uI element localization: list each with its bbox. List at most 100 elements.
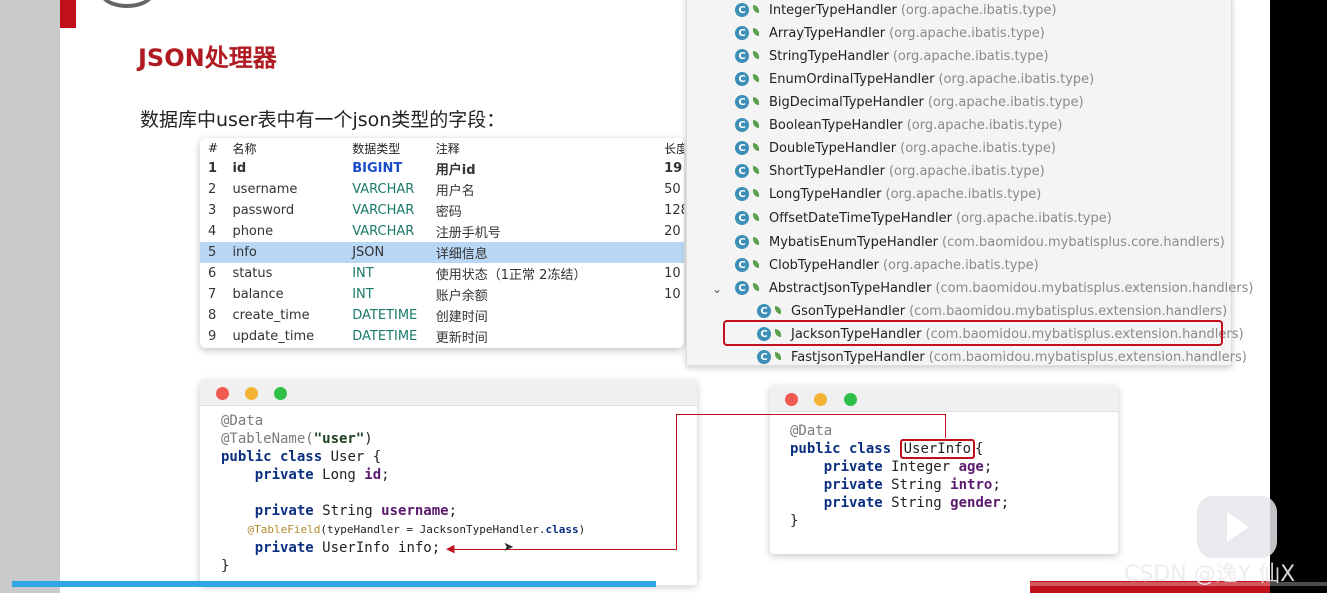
table-row[interactable]: 7 balance INT 账户余额 10 [200,284,684,305]
list-item[interactable]: C BooleanTypeHandler (org.apache.ibatis.ty… [735,114,1063,136]
package-name: (org.apache.ibatis.type) [888,163,1045,179]
col-header-length[interactable]: 长度/集合 [662,138,684,158]
minimize-dot-icon[interactable] [245,387,258,400]
video-progress-fill[interactable] [12,581,656,587]
code-text: Integer [882,459,959,475]
maximize-dot-icon[interactable] [844,393,857,406]
cell-comment: 详细信息 [433,242,663,263]
list-item[interactable]: C ClobTypeHandler (org.apache.ibatis.type) [735,254,1039,276]
cell-len [662,326,684,347]
mouse-cursor-icon: ➤ [503,540,514,555]
class-name: OffsetDateTimeTypeHandler [769,210,952,226]
code-field: gender [950,495,1001,511]
list-item[interactable]: C OffsetDateTimeTypeHandler (org.apache.ib… [735,207,1112,229]
close-dot-icon[interactable] [216,387,229,400]
public-leaf-icon [753,120,761,130]
code-annotation: @TableName( [221,431,314,447]
class-icon: C [757,304,771,318]
cell-type: VARCHAR [352,203,415,218]
cell-comment: 创建时间 [435,310,488,325]
list-item[interactable]: C StringTypeHandler (org.apache.ibatis.typ… [735,45,1049,67]
list-item[interactable]: C MybatisEnumTypeHandler (com.baomidou.myb… [735,231,1225,253]
code-text: ; [381,467,390,483]
cell-num: 8 [208,308,217,323]
cell-len: 20 [664,224,681,239]
class-icon: C [735,235,749,249]
cell-comment: 用户名 [435,184,475,199]
cell-num: 6 [208,266,217,281]
class-name: FastjsonTypeHandler [791,349,925,365]
code-text: String [882,477,951,493]
list-item[interactable]: C FastjsonTypeHandler (com.baomidou.mybati… [757,346,1247,368]
code-keyword: class [545,523,579,536]
cell-name: update_time [232,329,315,344]
slide-title: JSON处理器 [138,44,277,72]
public-leaf-icon [775,352,783,362]
code-text: String [313,503,382,519]
code-text: } [221,558,230,574]
list-item[interactable]: C BigDecimalTypeHandler (org.apache.ibatis… [735,91,1084,113]
code-field: age [958,459,984,475]
table-row[interactable]: 1 id BIGINT 用户id 19 [200,158,684,179]
code-text: UserInfo [313,540,399,556]
list-item[interactable]: C LongTypeHandler (org.apache.ibatis.type) [735,183,1041,205]
cell-type: INT [352,266,374,281]
code-keyword: private [790,459,883,475]
window-titlebar [770,386,1118,412]
list-item[interactable]: C IntegerTypeHandler (org.apache.ibatis.ty… [735,0,1057,21]
cell-len: 10 [664,287,681,302]
cell-name: password [232,203,295,218]
close-dot-icon[interactable] [785,393,798,406]
col-header-comment[interactable]: 注释 [433,138,663,158]
package-name: (org.apache.ibatis.type) [956,210,1112,226]
code-field: intro [950,477,993,493]
table-row[interactable]: 4 phone VARCHAR 注册手机号 20 [200,221,684,242]
cell-type: VARCHAR [352,182,415,197]
cell-num: 3 [208,203,217,218]
code-text: ) [364,431,373,447]
table-row[interactable]: 2 username VARCHAR 用户名 50 [200,179,684,200]
class-name: EnumOrdinalTypeHandler [769,71,935,87]
class-name: MybatisEnumTypeHandler [769,234,939,250]
code-text: User { [322,449,382,465]
db-table-panel: # 名称 数据类型 注释 长度/集合 1 id BIGINT 用户id 19 2 usern… [200,138,684,348]
chevron-down-icon[interactable]: ⌄ [712,282,722,296]
package-name: (org.apache.ibatis.type) [900,2,1057,18]
list-item[interactable]: C ShortTypeHandler (org.apache.ibatis.type… [735,160,1045,182]
code-keyword: private [790,477,883,493]
list-item[interactable]: C DoubleTypeHandler (org.apache.ibatis.typ… [735,137,1056,159]
maximize-dot-icon[interactable] [274,387,287,400]
list-item[interactable]: C AbstractJsonTypeHandler (com.baomidou.my… [735,277,1253,299]
userinfo-classname-highlight: UserInfo [899,439,976,459]
code-keyword: private [221,503,314,519]
list-item[interactable]: C GsonTypeHandler (com.baomidou.mybatisplu… [757,300,1227,322]
table-row[interactable]: 9 update_time DATETIME 更新时间 [200,326,684,347]
minimize-dot-icon[interactable] [814,393,827,406]
logo-icon [100,0,154,8]
list-item[interactable]: C ArrayTypeHandler (org.apache.ibatis.type… [735,22,1045,44]
jackson-highlight-box [723,320,1223,346]
table-row[interactable]: 3 password VARCHAR 密码 128 [200,200,684,221]
public-leaf-icon [753,189,761,199]
package-name: (com.baomidou.mybatisplus.extension.hand… [909,303,1228,319]
class-icon: C [735,26,749,40]
col-header-name[interactable]: 名称 [230,138,353,158]
public-leaf-icon [753,28,761,38]
col-header-num[interactable]: # [200,138,231,158]
cell-name: username [232,182,298,197]
list-item[interactable]: C EnumOrdinalTypeHandler (org.apache.ibati… [735,68,1094,90]
col-header-type[interactable]: 数据类型 [352,138,434,158]
play-button[interactable] [1197,496,1277,558]
type-handler-list: C IntegerTypeHandler (org.apache.ibatis.ty… [686,0,1253,366]
table-row[interactable]: 5 info JSON 详细信息 [200,242,684,263]
cell-num: 4 [208,224,217,239]
cell-len: 128 [664,203,684,218]
table-row[interactable]: 8 create_time DATETIME 创建时间 [200,305,684,326]
cell-num: 9 [208,329,217,344]
class-name: DoubleTypeHandler [769,140,897,156]
slide-accent-bar [60,0,76,28]
package-name: (org.apache.ibatis.type) [900,140,1056,156]
table-row[interactable]: 6 status INT 使用状态（1正常 2冻结） 10 [200,263,684,284]
code-keyword: public class [221,449,323,465]
code-annotation: @Data [790,423,833,439]
